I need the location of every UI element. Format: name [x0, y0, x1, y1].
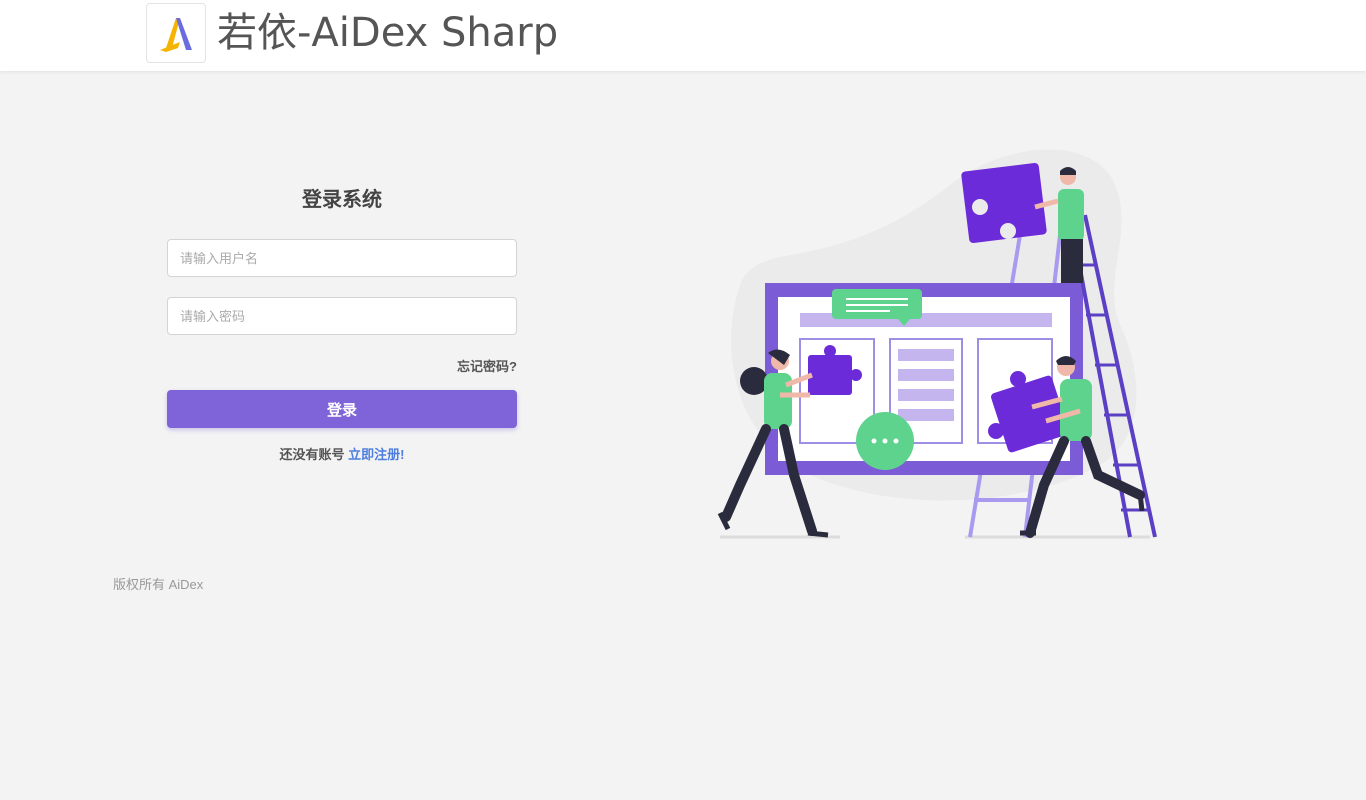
top-header: 若依-AiDex Sharp: [0, 0, 1366, 71]
app-title: 若依-AiDex Sharp: [217, 10, 559, 56]
team-puzzle-illustration: [700, 145, 1160, 545]
password-input[interactable]: [167, 297, 517, 335]
register-link[interactable]: 立即注册!: [348, 447, 404, 462]
aidex-logo-icon[interactable]: [146, 3, 206, 63]
login-button[interactable]: 登录: [167, 390, 517, 428]
forgot-password-link[interactable]: 忘记密码?: [367, 356, 517, 375]
register-prompt: 还没有账号 立即注册!: [167, 444, 517, 463]
login-title: 登录系统: [302, 189, 382, 211]
copyright-text: 版权所有 AiDex: [113, 577, 204, 592]
username-input[interactable]: [167, 239, 517, 277]
no-account-text: 还没有账号: [279, 447, 345, 462]
